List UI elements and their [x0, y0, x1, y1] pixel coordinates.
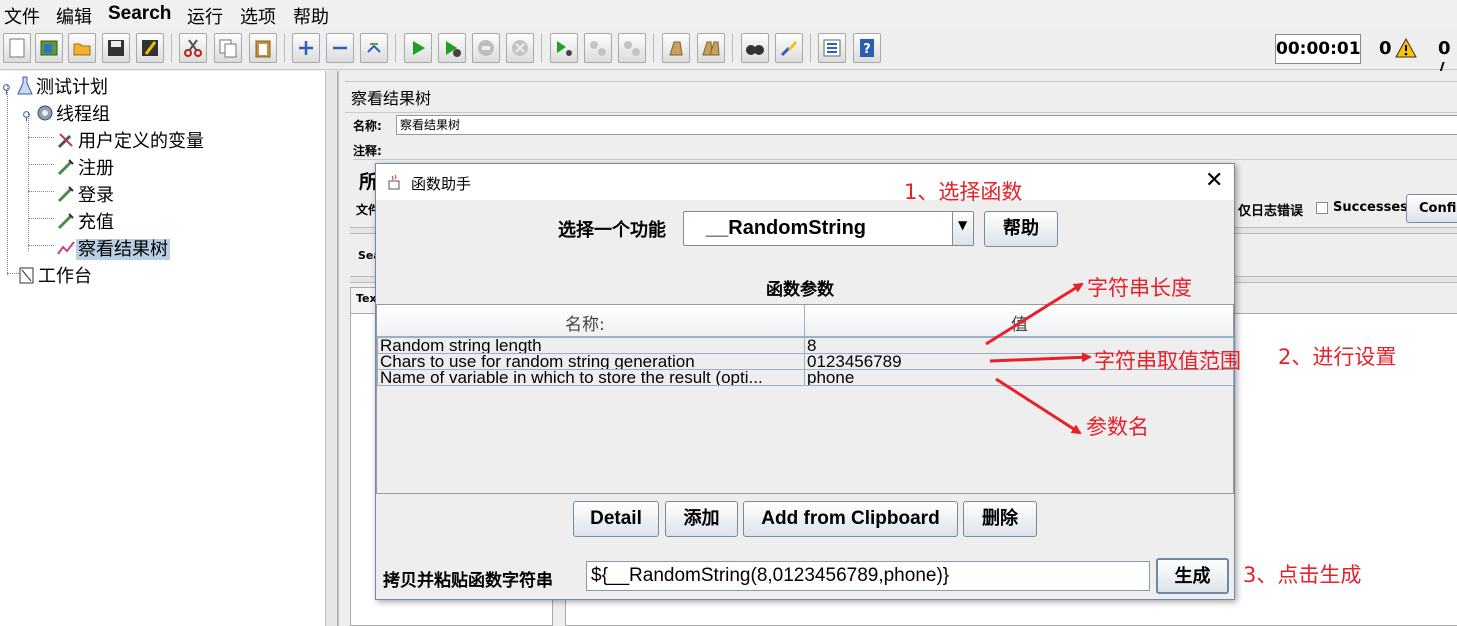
arrow-to-param-name	[995, 377, 1082, 435]
arrow-to-length	[985, 282, 1084, 346]
arrow-to-range	[989, 352, 1092, 363]
annotation-arrows	[985, 282, 1092, 435]
